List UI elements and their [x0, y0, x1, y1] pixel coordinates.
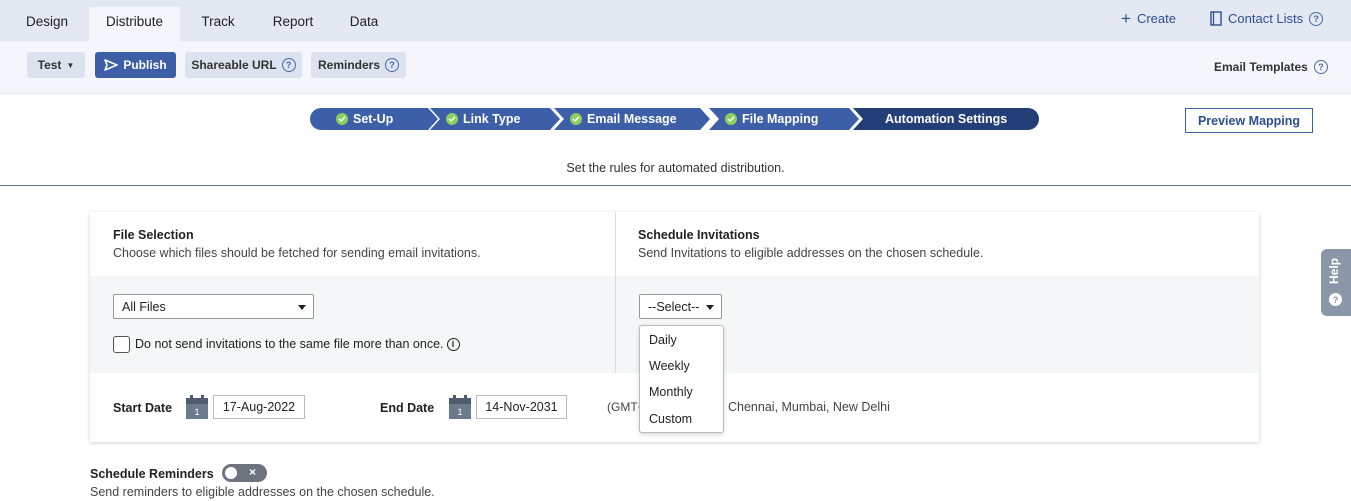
step-label: Set-Up [353, 112, 394, 126]
end-date-input[interactable]: 14-Nov-2031 [476, 395, 567, 419]
divider [0, 185, 1351, 186]
step-email-message[interactable]: Email Message [554, 108, 710, 130]
step-label: File Mapping [742, 112, 819, 126]
question-icon: ? [1329, 293, 1342, 306]
schedule-reminders-toggle[interactable]: × [222, 464, 267, 482]
reminders-label: Reminders [317, 58, 381, 72]
step-label: Automation Settings [885, 112, 1008, 126]
option-daily[interactable]: Daily [649, 333, 677, 347]
option-monthly[interactable]: Monthly [649, 385, 693, 399]
step-label: Email Message [587, 112, 677, 126]
file-selection-desc: Choose which files should be fetched for… [113, 246, 481, 260]
shareable-url-label: Shareable URL [191, 58, 277, 72]
test-label: Test [37, 58, 62, 72]
email-templates-link[interactable]: Email Templates ? [1214, 60, 1328, 74]
schedule-reminders-title: Schedule Reminders [90, 467, 214, 481]
publish-button[interactable]: Publish [95, 52, 176, 78]
file-selection-title: File Selection [113, 228, 194, 242]
send-icon [104, 59, 119, 71]
timezone-suffix: Chennai, Mumbai, New Delhi [728, 400, 890, 414]
file-select[interactable]: All Files [113, 294, 314, 319]
step-automation-settings[interactable]: Automation Settings [853, 108, 1039, 130]
help-circle-icon: ? [1313, 60, 1328, 74]
toggle-knob [225, 467, 237, 479]
check-circle-icon [336, 113, 348, 125]
help-label: Help [1327, 258, 1341, 285]
step-file-mapping[interactable]: File Mapping [709, 108, 859, 130]
option-weekly[interactable]: Weekly [649, 359, 690, 373]
calendar-day: 1 [457, 407, 462, 417]
end-date-label: End Date [380, 401, 435, 415]
step-link-type[interactable]: Link Type [430, 108, 560, 130]
publish-label: Publish [123, 58, 167, 72]
tab-track[interactable]: Track [190, 7, 246, 41]
tab-design[interactable]: Design [12, 7, 82, 41]
shareable-url-button[interactable]: Shareable URL ? [185, 52, 302, 78]
contact-lists-label: Contact Lists [1228, 11, 1304, 26]
caret-down-icon [706, 305, 714, 310]
help-tab[interactable]: Help ? [1321, 249, 1351, 316]
caret-down-icon [298, 305, 306, 310]
step-set-up[interactable]: Set-Up [310, 108, 438, 130]
tab-distribute[interactable]: Distribute [89, 7, 180, 41]
check-circle-icon [446, 113, 458, 125]
email-templates-label: Email Templates [1214, 60, 1308, 74]
no-resend-label: Do not send invitations to the same file… [135, 337, 460, 351]
calendar-day: 1 [194, 407, 199, 417]
schedule-options-list: Daily Weekly Monthly Custom [639, 325, 724, 433]
close-icon: × [249, 465, 257, 479]
schedule-select[interactable]: --Select-- [639, 294, 722, 319]
calendar-icon[interactable]: 1 [449, 395, 471, 419]
check-circle-icon [570, 113, 582, 125]
plus-icon: + [1121, 8, 1131, 28]
schedule-title: Schedule Invitations [638, 228, 760, 242]
start-date-label: Start Date [113, 401, 173, 415]
contact-lists-button[interactable]: Contact Lists ? [1210, 11, 1324, 26]
reminders-button[interactable]: Reminders ? [311, 52, 406, 78]
column-divider [615, 212, 616, 373]
no-resend-checkbox[interactable] [113, 336, 130, 353]
test-dropdown[interactable]: Test ▼ [27, 52, 85, 78]
book-icon [1210, 11, 1222, 26]
toolbar: Test ▼ Publish Shareable URL ? Reminders… [0, 41, 1351, 94]
file-select-value: All Files [122, 299, 166, 314]
calendar-icon[interactable]: 1 [186, 395, 208, 419]
tab-data[interactable]: Data [338, 7, 390, 41]
create-button[interactable]: + Create [1121, 8, 1176, 28]
check-circle-icon [725, 113, 737, 125]
info-icon[interactable]: i [446, 337, 460, 351]
help-circle-icon: ? [385, 58, 400, 72]
help-circle-icon[interactable]: ? [1309, 11, 1324, 26]
no-resend-text: Do not send invitations to the same file… [135, 337, 444, 351]
caret-down-icon: ▼ [66, 60, 75, 70]
tab-report[interactable]: Report [262, 7, 324, 41]
preview-mapping-button[interactable]: Preview Mapping [1185, 108, 1313, 133]
schedule-reminders-desc: Send reminders to eligible addresses on … [90, 485, 435, 499]
help-circle-icon: ? [281, 58, 296, 72]
schedule-select-value: --Select-- [648, 299, 700, 314]
top-nav: Design Distribute Track Report Data + Cr… [0, 0, 1351, 41]
create-label: Create [1136, 11, 1176, 26]
option-custom[interactable]: Custom [649, 412, 692, 426]
step-label: Link Type [463, 112, 521, 126]
page-subtitle: Set the rules for automated distribution… [566, 161, 785, 175]
start-date-input[interactable]: 17-Aug-2022 [213, 395, 305, 419]
schedule-desc: Send Invitations to eligible addresses o… [638, 246, 984, 260]
